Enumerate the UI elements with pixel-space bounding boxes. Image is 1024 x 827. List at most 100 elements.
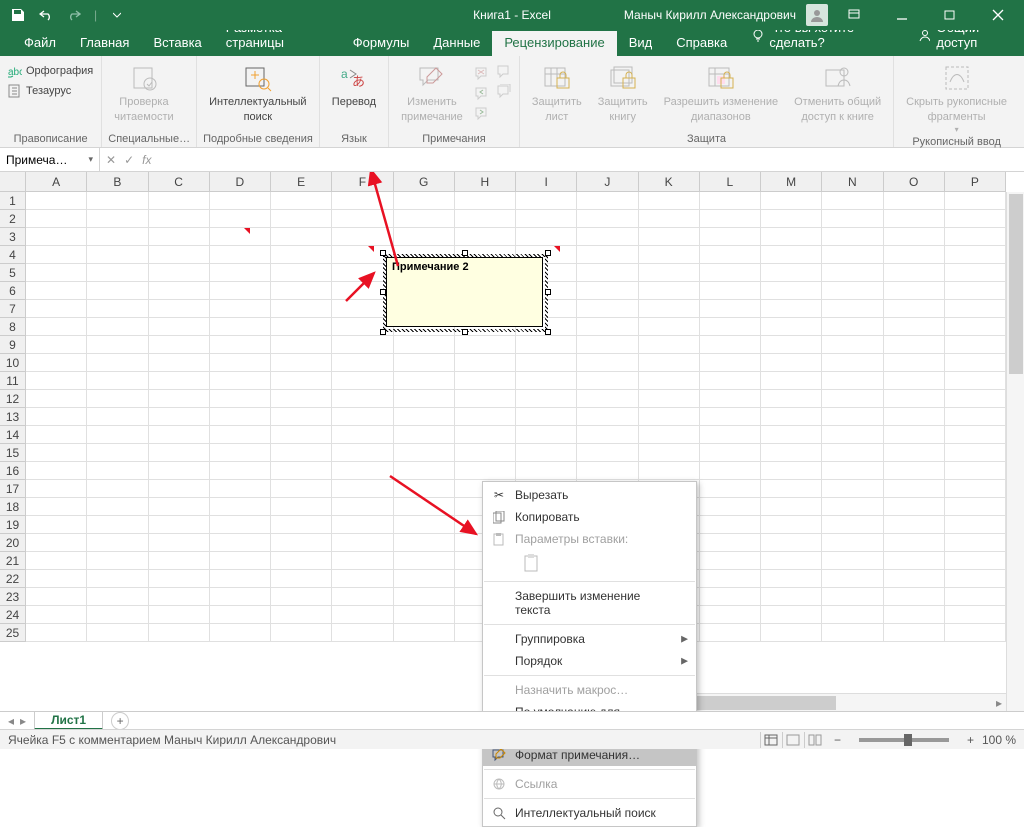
cell[interactable] (87, 246, 148, 264)
cell[interactable] (700, 570, 761, 588)
cell[interactable] (210, 372, 271, 390)
cell[interactable] (455, 354, 516, 372)
cell[interactable] (455, 192, 516, 210)
cell[interactable] (761, 336, 822, 354)
cell[interactable] (26, 606, 87, 624)
cell[interactable] (455, 228, 516, 246)
cell[interactable] (700, 228, 761, 246)
cell[interactable] (516, 192, 577, 210)
cell[interactable] (761, 228, 822, 246)
cell[interactable] (639, 426, 700, 444)
cell[interactable] (210, 516, 271, 534)
cell[interactable] (210, 444, 271, 462)
cell[interactable] (700, 318, 761, 336)
unshare-workbook-button[interactable]: Отменить общийдоступ к книге (788, 58, 887, 123)
cell[interactable] (210, 354, 271, 372)
delete-comment-button[interactable] (473, 64, 491, 82)
cell[interactable] (394, 552, 455, 570)
cell[interactable] (945, 210, 1006, 228)
cell[interactable] (149, 498, 210, 516)
cell[interactable] (271, 318, 332, 336)
cell[interactable] (394, 426, 455, 444)
cell[interactable] (822, 228, 883, 246)
cell[interactable] (87, 606, 148, 624)
cell[interactable] (884, 408, 945, 426)
cell[interactable] (26, 444, 87, 462)
new-sheet-button[interactable]: + (111, 712, 129, 730)
cell[interactable] (210, 570, 271, 588)
cell[interactable] (577, 264, 638, 282)
cell[interactable] (26, 624, 87, 642)
cell[interactable] (761, 588, 822, 606)
cell[interactable] (822, 390, 883, 408)
cell[interactable] (822, 570, 883, 588)
tab-help[interactable]: Справка (664, 31, 739, 56)
name-box[interactable]: ▾ (0, 148, 100, 171)
row-header[interactable]: 20 (0, 534, 26, 552)
cell[interactable] (210, 408, 271, 426)
cell[interactable] (149, 462, 210, 480)
cell[interactable] (577, 462, 638, 480)
cell[interactable] (149, 390, 210, 408)
cell[interactable] (149, 264, 210, 282)
zoom-knob[interactable] (904, 734, 912, 746)
cell[interactable] (945, 300, 1006, 318)
cell[interactable] (577, 246, 638, 264)
column-header[interactable]: B (87, 172, 148, 192)
cell[interactable] (700, 282, 761, 300)
ctx-end-text-edit[interactable]: Завершить изменение текста (483, 585, 696, 621)
cell[interactable] (26, 264, 87, 282)
cell[interactable] (822, 552, 883, 570)
cell[interactable] (884, 228, 945, 246)
row-header[interactable]: 8 (0, 318, 26, 336)
cell[interactable] (271, 354, 332, 372)
column-header[interactable]: D (210, 172, 271, 192)
cell[interactable] (761, 606, 822, 624)
row-header[interactable]: 25 (0, 624, 26, 642)
row-header[interactable]: 3 (0, 228, 26, 246)
cell[interactable] (26, 570, 87, 588)
cell[interactable] (332, 444, 393, 462)
cell[interactable] (822, 588, 883, 606)
cell[interactable] (87, 282, 148, 300)
cell[interactable] (87, 354, 148, 372)
cell[interactable] (884, 300, 945, 318)
cell[interactable] (945, 480, 1006, 498)
cell[interactable] (639, 336, 700, 354)
cell[interactable] (700, 372, 761, 390)
cell[interactable] (271, 498, 332, 516)
cell[interactable] (945, 354, 1006, 372)
cell[interactable] (516, 462, 577, 480)
cell[interactable] (945, 192, 1006, 210)
cell[interactable] (700, 210, 761, 228)
cell[interactable] (639, 246, 700, 264)
cell[interactable] (210, 426, 271, 444)
cell[interactable] (577, 372, 638, 390)
cell[interactable] (639, 264, 700, 282)
cell[interactable] (639, 300, 700, 318)
cell[interactable] (455, 336, 516, 354)
cell[interactable] (516, 372, 577, 390)
cell[interactable] (516, 444, 577, 462)
sheet-tab[interactable]: Лист1 (34, 712, 103, 730)
select-all-corner[interactable] (0, 172, 26, 192)
cell[interactable] (271, 408, 332, 426)
cell[interactable] (87, 372, 148, 390)
cancel-formula-button[interactable]: ✕ (106, 153, 116, 167)
cell[interactable] (577, 354, 638, 372)
cell[interactable] (271, 624, 332, 642)
cell[interactable] (761, 354, 822, 372)
cell[interactable] (149, 606, 210, 624)
cell[interactable] (884, 444, 945, 462)
cell[interactable] (700, 588, 761, 606)
cell[interactable] (455, 444, 516, 462)
normal-view-button[interactable] (760, 732, 782, 748)
cell[interactable] (149, 480, 210, 498)
cell[interactable] (210, 246, 271, 264)
protect-sheet-button[interactable]: Защититьлист (526, 58, 588, 123)
cell[interactable] (210, 624, 271, 642)
cell[interactable] (149, 210, 210, 228)
cell[interactable] (210, 552, 271, 570)
cell[interactable] (87, 228, 148, 246)
cell[interactable] (87, 534, 148, 552)
